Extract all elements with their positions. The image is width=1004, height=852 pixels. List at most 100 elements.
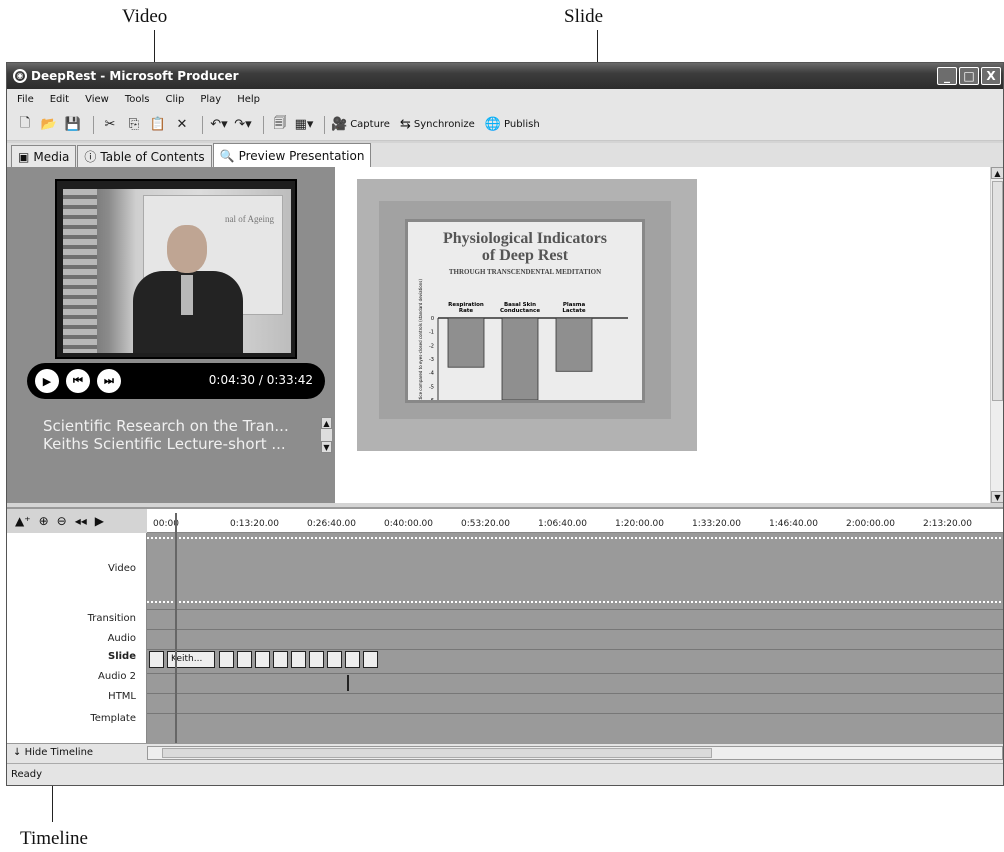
tab-media[interactable]: ▣ Media — [11, 145, 77, 167]
tab-preview-presentation[interactable]: 🔍 Preview Presentation — [212, 143, 372, 167]
tab-table-of-contents[interactable]: ⓘ Table of Contents — [77, 145, 212, 167]
tab-bar: ▣ Media ⓘ Table of Contents 🔍 Preview Prese… — [7, 143, 1003, 167]
y-axis-label: Change during practice compared to eyes-… — [418, 279, 423, 400]
producer-window: ◉ DeepRest - Microsoft Producer _ □ X Fi… — [6, 62, 1004, 786]
ruler-tick: 0:13:20.00 — [230, 519, 280, 529]
undo-icon[interactable]: ↶▾ — [209, 115, 229, 135]
scroll-up-icon[interactable]: ▲ — [321, 417, 332, 429]
play-timeline-icon[interactable]: ▶ — [95, 514, 104, 528]
next-icon[interactable]: ⏭ — [97, 369, 121, 393]
synchronize-icon: ⇆ — [399, 117, 411, 132]
menu-file[interactable]: File — [17, 94, 34, 105]
rewind-icon[interactable]: ◂◂ — [75, 514, 87, 528]
minimize-button[interactable]: _ — [937, 67, 957, 85]
menu-edit[interactable]: Edit — [50, 94, 69, 105]
y-tick-label: 0 — [431, 316, 434, 322]
track-label-html: HTML — [108, 691, 136, 702]
ruler-tick: 0:40:00.00 — [384, 519, 434, 529]
category-label: Rate — [459, 308, 474, 314]
ruler-tick: 0:26:40.00 — [307, 519, 357, 529]
menu-help[interactable]: Help — [237, 94, 260, 105]
scroll-thumb[interactable] — [162, 748, 712, 758]
slide-clip[interactable] — [237, 651, 252, 668]
title-bar[interactable]: ◉ DeepRest - Microsoft Producer _ □ X — [7, 63, 1003, 89]
track-labels: Video Transition Audio Slide Audio 2 HTML Temp… — [7, 533, 147, 743]
cut-icon[interactable]: ✂ — [100, 115, 120, 135]
scroll-down-icon[interactable]: ▼ — [991, 491, 1003, 503]
ruler-tick: 2:00:00.00 — [846, 519, 896, 529]
y-tick-label: -3 — [429, 357, 434, 363]
play-icon[interactable]: ▶ — [35, 369, 59, 393]
save-icon[interactable]: 💾 — [63, 115, 83, 135]
preview-icon: 🔍 — [219, 148, 235, 163]
timeline-toolbar: ▲⁺ ⊕ ⊖ ◂◂ ▶ — [7, 509, 147, 533]
slide-clip[interactable] — [273, 651, 288, 668]
redo-icon[interactable]: ↷▾ — [233, 115, 253, 135]
open-icon[interactable]: 📂 — [39, 115, 59, 135]
timeline-bottom-bar: ↓ Hide Timeline — [7, 743, 1003, 763]
delete-icon[interactable]: ✕ — [172, 115, 192, 135]
slide-clip[interactable] — [327, 651, 342, 668]
slide-clip[interactable] — [345, 651, 360, 668]
set-intro-icon[interactable]: ▲⁺ — [15, 514, 31, 528]
player-controls: ▶ ⏮ ⏭ 0:04:30 / 0:33:42 — [27, 363, 325, 399]
player-pane: nal of Ageing ▶ ⏮ ⏭ 0:04:30 / 0:33:42 Sc… — [7, 167, 335, 503]
tracks[interactable]: Keith... — [147, 533, 1003, 743]
new-icon[interactable]: 🗋 — [15, 115, 35, 135]
slide-clip[interactable] — [363, 651, 378, 668]
track-divider — [147, 629, 1003, 630]
previous-icon[interactable]: ⏮ — [66, 369, 90, 393]
y-tick-label: -4 — [429, 371, 434, 377]
menu-view[interactable]: View — [85, 94, 109, 105]
playhead[interactable] — [175, 513, 177, 747]
video-callout: Video — [122, 6, 168, 27]
capture-button[interactable]: 🎥 Capture — [331, 117, 390, 132]
slide-clip[interactable] — [309, 651, 324, 668]
timeline-ruler[interactable]: 00:00 0:13:20.00 0:26:40.00 0:40:00.00 0:53:… — [147, 509, 1003, 533]
maximize-button[interactable]: □ — [959, 67, 979, 85]
layout-icon[interactable]: ▦▾ — [294, 115, 314, 135]
timeline-callout: Timeline — [20, 828, 88, 849]
playlist-item[interactable]: Scientific Research on the Tran... — [43, 417, 319, 435]
playlist: Scientific Research on the Tran... Keith… — [43, 417, 319, 453]
bar — [555, 317, 593, 372]
close-button[interactable]: X — [981, 67, 1001, 85]
copy-icon[interactable]: ⎘ — [124, 115, 144, 135]
publish-button[interactable]: 🌐 Publish — [485, 117, 540, 132]
app-icon: ◉ — [13, 69, 27, 83]
menu-clip[interactable]: Clip — [165, 94, 184, 105]
zoom-in-icon[interactable]: ⊕ — [39, 514, 49, 528]
info-icon: ⓘ — [84, 150, 97, 164]
menu-tools[interactable]: Tools — [125, 94, 150, 105]
video-image: nal of Ageing — [63, 189, 291, 353]
hide-timeline-button[interactable]: ↓ Hide Timeline — [13, 747, 93, 758]
preview-area: nal of Ageing ▶ ⏮ ⏭ 0:04:30 / 0:33:42 Sc… — [7, 167, 1003, 503]
y-tick-label: -6 — [429, 398, 434, 400]
track-label-audio-2: Audio 2 — [98, 671, 136, 682]
track-label-transition: Transition — [87, 613, 136, 624]
synchronize-button[interactable]: ⇆ Synchronize — [400, 117, 475, 132]
video-track[interactable] — [147, 537, 1003, 603]
paste-icon[interactable]: 📋 — [148, 115, 168, 135]
timeline-scrollbar[interactable] — [147, 746, 1003, 760]
ruler-tick: 2:13:20.00 — [923, 519, 973, 529]
scroll-thumb[interactable] — [992, 181, 1003, 401]
properties-icon[interactable]: 🗐 — [270, 115, 290, 135]
slide-clip[interactable] — [255, 651, 270, 668]
scroll-down-icon[interactable]: ▼ — [321, 441, 332, 453]
y-tick-label: -5 — [429, 384, 434, 390]
zoom-out-icon[interactable]: ⊖ — [57, 514, 67, 528]
video-frame[interactable]: nal of Ageing — [55, 179, 297, 359]
playlist-scrollbar[interactable]: ▲ ▼ — [321, 417, 332, 453]
preview-scrollbar[interactable]: ▲ ▼ — [990, 167, 1003, 503]
audio2-marker[interactable] — [347, 675, 349, 691]
menu-play[interactable]: Play — [200, 94, 221, 105]
slide-clip[interactable] — [219, 651, 234, 668]
ruler-tick: 1:46:40.00 — [769, 519, 819, 529]
playlist-item[interactable]: Keiths Scientific Lecture-short ... — [43, 435, 319, 453]
slide-clip[interactable] — [291, 651, 306, 668]
slide-clip[interactable] — [149, 651, 164, 668]
slide[interactable]: Physiological Indicators of Deep Rest TH… — [405, 219, 645, 403]
ruler-tick: 1:33:20.00 — [692, 519, 742, 529]
scroll-up-icon[interactable]: ▲ — [991, 167, 1003, 179]
